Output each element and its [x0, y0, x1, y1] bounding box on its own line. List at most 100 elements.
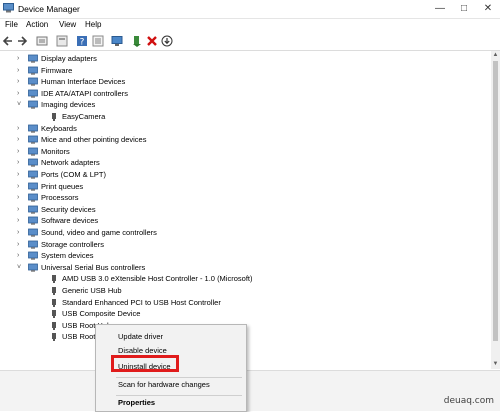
forward-icon[interactable] — [16, 35, 28, 47]
download-icon[interactable] — [161, 35, 173, 47]
device-category-icon — [28, 100, 38, 110]
device-category-icon — [28, 205, 38, 214]
tree-item-label: Generic USB Hub — [62, 286, 122, 295]
chevron-right-icon[interactable]: › — [17, 215, 23, 226]
properties-icon[interactable] — [36, 35, 48, 47]
device-item[interactable]: EasyCamera — [0, 111, 490, 122]
minimize-button[interactable]: — — [428, 0, 452, 18]
chevron-right-icon[interactable]: › — [17, 65, 23, 76]
device-item[interactable]: USB Composite Device — [0, 308, 490, 319]
update-driver-icon[interactable] — [131, 35, 143, 47]
usb-device-icon — [52, 333, 56, 342]
chevron-right-icon[interactable]: › — [17, 157, 23, 168]
chevron-right-icon[interactable]: › — [17, 239, 23, 250]
device-category[interactable]: › Processors — [0, 192, 490, 203]
ctx-properties[interactable]: Properties — [96, 396, 246, 410]
device-category[interactable]: ˅ Universal Serial Bus controllers — [0, 262, 490, 273]
device-category[interactable]: › Display adapters — [0, 53, 490, 64]
device-item[interactable]: Generic USB Hub — [0, 285, 490, 296]
device-category[interactable]: › Human Interface Devices — [0, 76, 490, 87]
device-tree: › Display adapters › Firmware › Human Interfa… — [0, 51, 500, 369]
device-category[interactable]: › Sound, video and game controllers — [0, 227, 490, 238]
menu-file[interactable]: File — [5, 20, 18, 29]
scroll-up-arrow-icon[interactable]: ▲ — [491, 51, 500, 60]
device-category-icon — [28, 251, 38, 260]
chevron-down-icon[interactable]: ˅ — [17, 99, 23, 110]
uninstall-icon[interactable] — [146, 35, 158, 47]
chevron-right-icon[interactable]: › — [17, 123, 23, 134]
tree-item-label: Security devices — [41, 204, 96, 214]
menu-help[interactable]: Help — [85, 20, 101, 29]
device-category-icon — [28, 228, 38, 237]
chevron-right-icon[interactable]: › — [17, 134, 23, 145]
chevron-right-icon[interactable]: › — [17, 76, 23, 87]
device-category-icon — [28, 158, 38, 168]
maximize-button[interactable]: □ — [452, 0, 476, 18]
chevron-right-icon[interactable]: › — [17, 88, 23, 99]
tree-item-label: Sound, video and game controllers — [41, 228, 157, 237]
device-category[interactable]: › Storage controllers — [0, 239, 490, 250]
tree-item-label: System devices — [41, 251, 94, 261]
device-category-icon — [28, 216, 38, 226]
chevron-right-icon[interactable]: › — [17, 192, 23, 203]
device-manager-icon — [3, 3, 14, 13]
ctx-scan-hardware[interactable]: Scan for hardware changes — [96, 378, 246, 392]
tree-item-label: Firmware — [41, 65, 73, 75]
device-category-icon — [28, 182, 38, 191]
menu-action[interactable]: Action — [26, 20, 48, 29]
chevron-right-icon[interactable]: › — [17, 169, 23, 180]
device-category[interactable]: › Security devices — [0, 204, 490, 215]
tree-item-label: Software devices — [41, 216, 99, 226]
tree-item-label: Network adapters — [41, 158, 100, 168]
device-category[interactable]: › IDE ATA/ATAPI controllers — [0, 88, 490, 99]
scroll-down-arrow-icon[interactable]: ▼ — [491, 360, 500, 369]
watermark: deuaq.com — [443, 396, 494, 406]
back-icon[interactable] — [2, 35, 14, 47]
tree-item-label: Human Interface Devices — [41, 77, 126, 87]
device-category[interactable]: › Monitors — [0, 146, 490, 157]
chevron-down-icon[interactable]: ˅ — [17, 262, 23, 273]
device-item[interactable]: AMD USB 3.0 eXtensible Host Controller -… — [0, 273, 490, 284]
chevron-right-icon[interactable]: › — [17, 146, 23, 157]
chevron-right-icon[interactable]: › — [17, 53, 23, 64]
tree-item-label: Keyboards — [41, 123, 77, 133]
device-category-icon — [28, 135, 38, 144]
tree-item-label: Storage controllers — [41, 239, 104, 249]
chevron-right-icon[interactable]: › — [17, 181, 23, 192]
device-category[interactable]: › Print queues — [0, 181, 490, 192]
ctx-update-driver[interactable]: Update driver — [96, 330, 246, 344]
device-category-icon — [28, 77, 38, 86]
menu-bar: File Action View Help — [0, 18, 500, 33]
device-category[interactable]: › Mice and other pointing devices — [0, 134, 490, 145]
device-category-icon — [28, 66, 38, 75]
device-category-icon — [28, 124, 38, 133]
device-category[interactable]: › Firmware — [0, 65, 490, 76]
vertical-scrollbar[interactable]: ▲ ▼ — [491, 51, 500, 369]
device-category[interactable]: ˅ Imaging devices — [0, 99, 490, 110]
device-item[interactable]: Standard Enhanced PCI to USB Host Contro… — [0, 297, 490, 308]
device-category[interactable]: › Network adapters — [0, 157, 490, 168]
device-category[interactable]: › System devices — [0, 250, 490, 261]
usb-device-icon — [52, 113, 56, 121]
close-button[interactable]: ✕ — [476, 0, 500, 18]
scroll-thumb[interactable] — [493, 61, 498, 341]
tree-item-label: Ports (COM & LPT) — [41, 170, 107, 179]
highlight-box — [111, 355, 179, 372]
usb-device-icon — [52, 310, 56, 319]
title-bar: Device Manager — □ ✕ — [0, 0, 500, 19]
usb-device-icon — [52, 321, 56, 330]
view-icon[interactable] — [92, 35, 104, 47]
help-icon[interactable]: ? — [76, 35, 88, 47]
menu-view[interactable]: View — [59, 20, 76, 29]
device-category-icon — [28, 147, 38, 156]
show-hidden-icon[interactable] — [56, 35, 68, 47]
chevron-right-icon[interactable]: › — [17, 250, 23, 261]
tree-item-label: Processors — [41, 193, 79, 203]
device-category[interactable]: › Software devices — [0, 215, 490, 226]
device-category[interactable]: › Keyboards — [0, 123, 490, 134]
monitor-icon[interactable] — [111, 35, 123, 47]
tree-item-label: IDE ATA/ATAPI controllers — [41, 88, 128, 98]
device-category[interactable]: › Ports (COM & LPT) — [0, 169, 490, 180]
chevron-right-icon[interactable]: › — [17, 227, 23, 238]
chevron-right-icon[interactable]: › — [17, 204, 23, 215]
